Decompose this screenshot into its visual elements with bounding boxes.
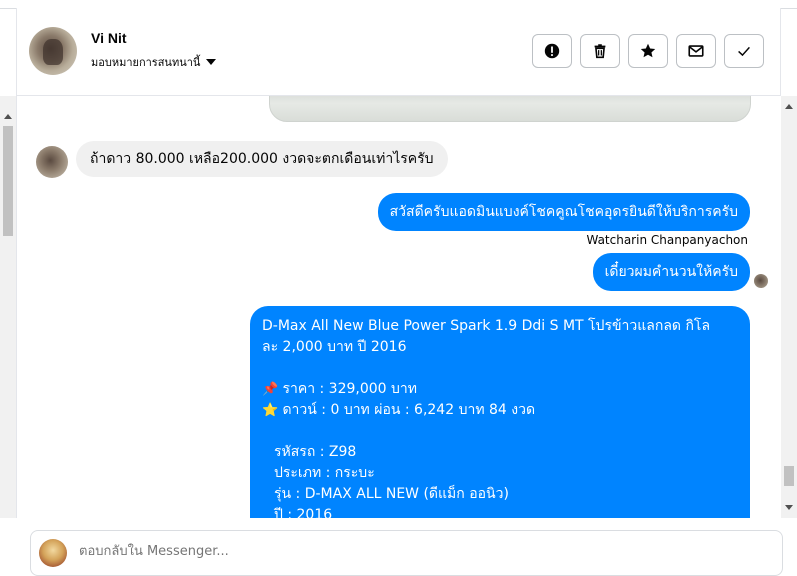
price-text: ราคา : 329,000 บาท (282, 381, 417, 397)
down-payment-text: ดาวน์ : 0 บาท ผ่อน : 6,242 บาท 84 งวด (282, 402, 536, 418)
header-actions (532, 34, 764, 68)
alert-icon (544, 43, 560, 59)
car-title-line-2: ละ 2,000 บาท ปี 2016 (262, 339, 407, 355)
shared-image-attachment[interactable] (269, 96, 751, 122)
car-type-line: ประเภท : กระบะ (274, 465, 375, 481)
price-line: 📌 ราคา : 329,000 บาท (262, 379, 738, 400)
check-icon (738, 46, 750, 57)
reply-composer (30, 530, 783, 576)
outgoing-message-calculating[interactable]: เดี๋ยวผมคำนวนให้ครับ (592, 253, 750, 291)
scroll-up-arrow-icon[interactable] (785, 104, 793, 109)
outgoing-message-greeting[interactable]: สวัสดีครับแอดมินแบงค์โชคคูณโชคอุดรยินดีใ… (377, 193, 750, 231)
page-avatar (39, 539, 67, 567)
right-scrollbar[interactable] (781, 96, 797, 518)
contact-name[interactable]: Vi Nit (91, 30, 127, 46)
trash-icon (594, 44, 606, 59)
assign-conversation-dropdown[interactable]: มอบหมายการสนทนานี้ (91, 53, 217, 71)
left-scrollbar[interactable] (0, 96, 16, 518)
contact-avatar[interactable] (29, 27, 77, 75)
seen-avatar (754, 274, 768, 288)
scroll-down-arrow-icon[interactable] (785, 505, 793, 510)
left-scrollbar-thumb[interactable] (3, 126, 13, 236)
assign-label: มอบหมายการสนทนานี้ (91, 56, 201, 69)
pushpin-icon: 📌 (262, 382, 279, 397)
outgoing-message-car-details[interactable]: D-Max All New Blue Power Spark 1.9 Ddi S… (250, 306, 750, 518)
star-icon (640, 43, 656, 58)
star-button[interactable] (628, 34, 668, 68)
mark-done-button[interactable] (724, 34, 764, 68)
scroll-up-arrow-icon[interactable] (4, 114, 12, 119)
reply-input[interactable] (77, 543, 761, 560)
agent-name-label: Watcharin Chanpanyachon (586, 233, 748, 247)
message-thread: ถ้าดาว 80.000 เหลือ200.000 งวดจะตกเดือนเ… (16, 96, 782, 518)
spam-button[interactable] (532, 34, 572, 68)
envelope-icon (688, 45, 704, 57)
car-model-line: รุ่น : D-MAX ALL NEW (ดีแม็ก ออนิว) (274, 486, 509, 502)
star-emoji-icon: ⭐ (262, 403, 279, 418)
sender-avatar (36, 146, 68, 178)
incoming-message[interactable]: ถ้าดาว 80.000 เหลือ200.000 งวดจะตกเดือนเ… (76, 141, 448, 177)
delete-button[interactable] (580, 34, 620, 68)
car-title-line-1: D-Max All New Blue Power Spark 1.9 Ddi S… (262, 318, 711, 334)
car-code-line: รหัสรถ : Z98 (274, 444, 357, 460)
down-payment-line: ⭐ ดาวน์ : 0 บาท ผ่อน : 6,242 บาท 84 งวด (262, 400, 738, 421)
conversation-header: Vi Nit มอบหมายการสนทนานี้ (16, 8, 781, 96)
caret-down-icon (206, 59, 217, 65)
right-scrollbar-thumb[interactable] (784, 466, 794, 486)
email-button[interactable] (676, 34, 716, 68)
car-year-line: ปี : 2016 (274, 507, 333, 518)
